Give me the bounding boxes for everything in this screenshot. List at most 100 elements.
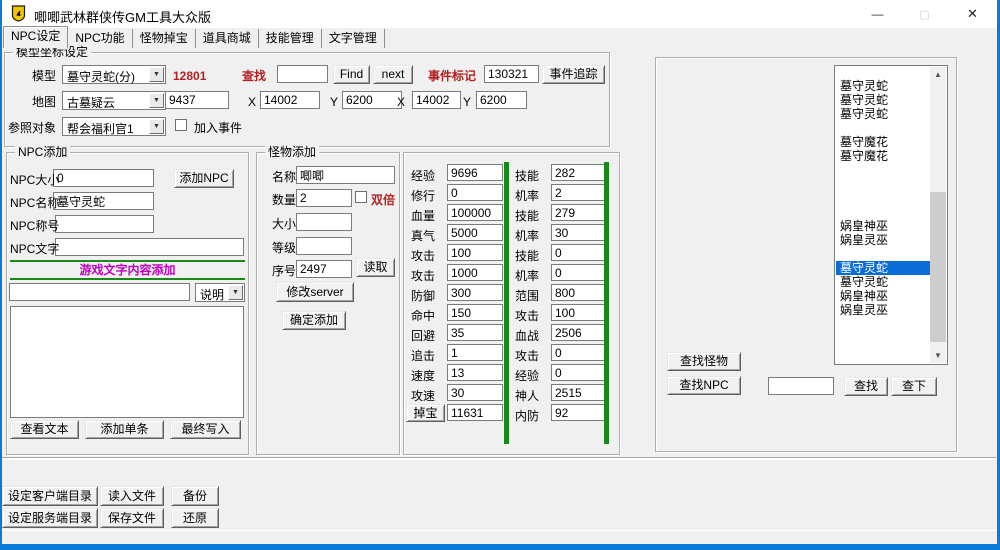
- list-item[interactable]: [836, 247, 930, 261]
- model-dropdown[interactable]: 墓守灵蛇(分) ▼: [62, 65, 166, 84]
- stat-input[interactable]: [447, 384, 503, 401]
- map-id-input[interactable]: [165, 91, 229, 109]
- stat-input[interactable]: [447, 184, 503, 201]
- tab-item[interactable]: NPC功能: [68, 29, 132, 48]
- bottom-button[interactable]: 设定服务端目录: [2, 508, 98, 528]
- y2-input[interactable]: [476, 91, 527, 109]
- panel-search-input[interactable]: [768, 377, 834, 395]
- read-button[interactable]: 读取: [356, 258, 395, 277]
- y1-input[interactable]: [342, 91, 402, 109]
- list-item[interactable]: [836, 205, 930, 219]
- list-item[interactable]: 墓守灵蛇: [836, 275, 930, 289]
- final-write-button[interactable]: 最终写入: [170, 420, 241, 439]
- stat-input[interactable]: [447, 284, 503, 301]
- bottom-button[interactable]: 备份: [171, 486, 219, 506]
- stat-input[interactable]: [551, 164, 607, 181]
- view-text-button[interactable]: 查看文本: [10, 420, 79, 439]
- stat-input[interactable]: [551, 324, 607, 341]
- bottom-button[interactable]: 还原: [171, 508, 219, 528]
- event-mark-input[interactable]: [484, 65, 539, 83]
- double-checkbox[interactable]: [355, 191, 367, 203]
- npc-text-input[interactable]: [55, 238, 244, 256]
- list-item[interactable]: 墓守魔花: [836, 149, 930, 163]
- event-track-button[interactable]: 事件追踪: [542, 65, 605, 84]
- text-type-dropdown[interactable]: 说明 ▼: [195, 283, 245, 302]
- x2-input[interactable]: [412, 91, 461, 109]
- tab-item[interactable]: 怪物掉宝: [133, 29, 196, 48]
- npc-name-input[interactable]: [53, 192, 154, 210]
- list-item[interactable]: 墓守灵蛇: [836, 93, 930, 107]
- close-button[interactable]: ✕: [950, 0, 995, 28]
- next-button[interactable]: next: [373, 65, 413, 84]
- bottom-button[interactable]: 读入文件: [100, 486, 164, 506]
- add-npc-button[interactable]: 添加NPC: [174, 169, 234, 188]
- scrollbar[interactable]: ▲ ▼: [930, 67, 946, 363]
- stat-input[interactable]: [551, 264, 607, 281]
- game-text-area[interactable]: [10, 306, 244, 418]
- stat-input[interactable]: [447, 264, 503, 281]
- stat-input[interactable]: [447, 404, 503, 421]
- monster-name-input[interactable]: [296, 166, 395, 184]
- stat-input[interactable]: [551, 384, 607, 401]
- confirm-add-button[interactable]: 确定添加: [282, 311, 346, 330]
- list-item[interactable]: 娲皇灵巫: [836, 303, 930, 317]
- monster-level-input[interactable]: [296, 237, 352, 255]
- list-item[interactable]: 墓守灵蛇: [836, 261, 930, 275]
- tab-item[interactable]: 技能管理: [259, 29, 322, 48]
- stat-input[interactable]: [551, 304, 607, 321]
- find-npc-button[interactable]: 查找NPC: [667, 376, 741, 395]
- stat-input[interactable]: [447, 204, 503, 221]
- join-event-checkbox[interactable]: [175, 119, 187, 131]
- tab-item[interactable]: NPC设定: [3, 26, 68, 48]
- tab-item[interactable]: 文字管理: [322, 29, 385, 48]
- monster-count-input[interactable]: [296, 189, 352, 207]
- maximize-button[interactable]: ▢: [902, 0, 947, 28]
- modify-server-button[interactable]: 修改server: [276, 282, 354, 302]
- stat-input[interactable]: [551, 284, 607, 301]
- stat-input[interactable]: [447, 364, 503, 381]
- search-input[interactable]: [277, 65, 328, 83]
- stat-input[interactable]: [447, 324, 503, 341]
- stat-input[interactable]: [551, 244, 607, 261]
- scrollbar-thumb[interactable]: [930, 192, 946, 342]
- stat-input[interactable]: [551, 404, 607, 421]
- minimize-button[interactable]: —: [855, 0, 900, 28]
- drop-item-button[interactable]: 掉宝: [406, 404, 445, 422]
- ref-object-dropdown[interactable]: 帮会福利官1 ▼: [62, 117, 166, 136]
- list-item[interactable]: [836, 191, 930, 205]
- game-text-input[interactable]: [9, 283, 190, 301]
- stat-input[interactable]: [551, 204, 607, 221]
- panel-search-button[interactable]: 查找: [844, 377, 888, 396]
- list-item[interactable]: 墓守灵蛇: [836, 107, 930, 121]
- scroll-down-icon[interactable]: ▼: [930, 348, 946, 363]
- find-button[interactable]: Find: [333, 65, 370, 84]
- bottom-button[interactable]: 保存文件: [100, 508, 164, 528]
- stat-input[interactable]: [447, 344, 503, 361]
- stat-input[interactable]: [551, 224, 607, 241]
- bottom-button[interactable]: 设定客户端目录: [2, 486, 98, 506]
- find-monster-button[interactable]: 查找怪物: [667, 352, 741, 371]
- list-item[interactable]: [836, 177, 930, 191]
- list-item[interactable]: [836, 163, 930, 177]
- list-item[interactable]: 娲皇灵巫: [836, 233, 930, 247]
- list-item[interactable]: 娲皇神巫: [836, 289, 930, 303]
- stat-input[interactable]: [447, 304, 503, 321]
- list-item[interactable]: 墓守灵蛇: [836, 79, 930, 93]
- list-item[interactable]: [836, 121, 930, 135]
- monster-serial-input[interactable]: [296, 260, 352, 278]
- x1-input[interactable]: [260, 91, 320, 109]
- stat-input[interactable]: [447, 244, 503, 261]
- panel-search-next-button[interactable]: 查下: [891, 377, 937, 396]
- stat-input[interactable]: [551, 364, 607, 381]
- add-single-button[interactable]: 添加单条: [85, 420, 164, 439]
- tab-item[interactable]: 道具商城: [196, 29, 259, 48]
- list-item[interactable]: 墓守魔花: [836, 135, 930, 149]
- stat-input[interactable]: [551, 184, 607, 201]
- npc-size-input[interactable]: [53, 169, 154, 187]
- stat-input[interactable]: [447, 224, 503, 241]
- scroll-up-icon[interactable]: ▲: [930, 67, 946, 82]
- monster-size-input[interactable]: [296, 213, 352, 231]
- list-item[interactable]: 娲皇神巫: [836, 219, 930, 233]
- stat-input[interactable]: [447, 164, 503, 181]
- map-dropdown[interactable]: 古墓疑云 ▼: [62, 91, 166, 110]
